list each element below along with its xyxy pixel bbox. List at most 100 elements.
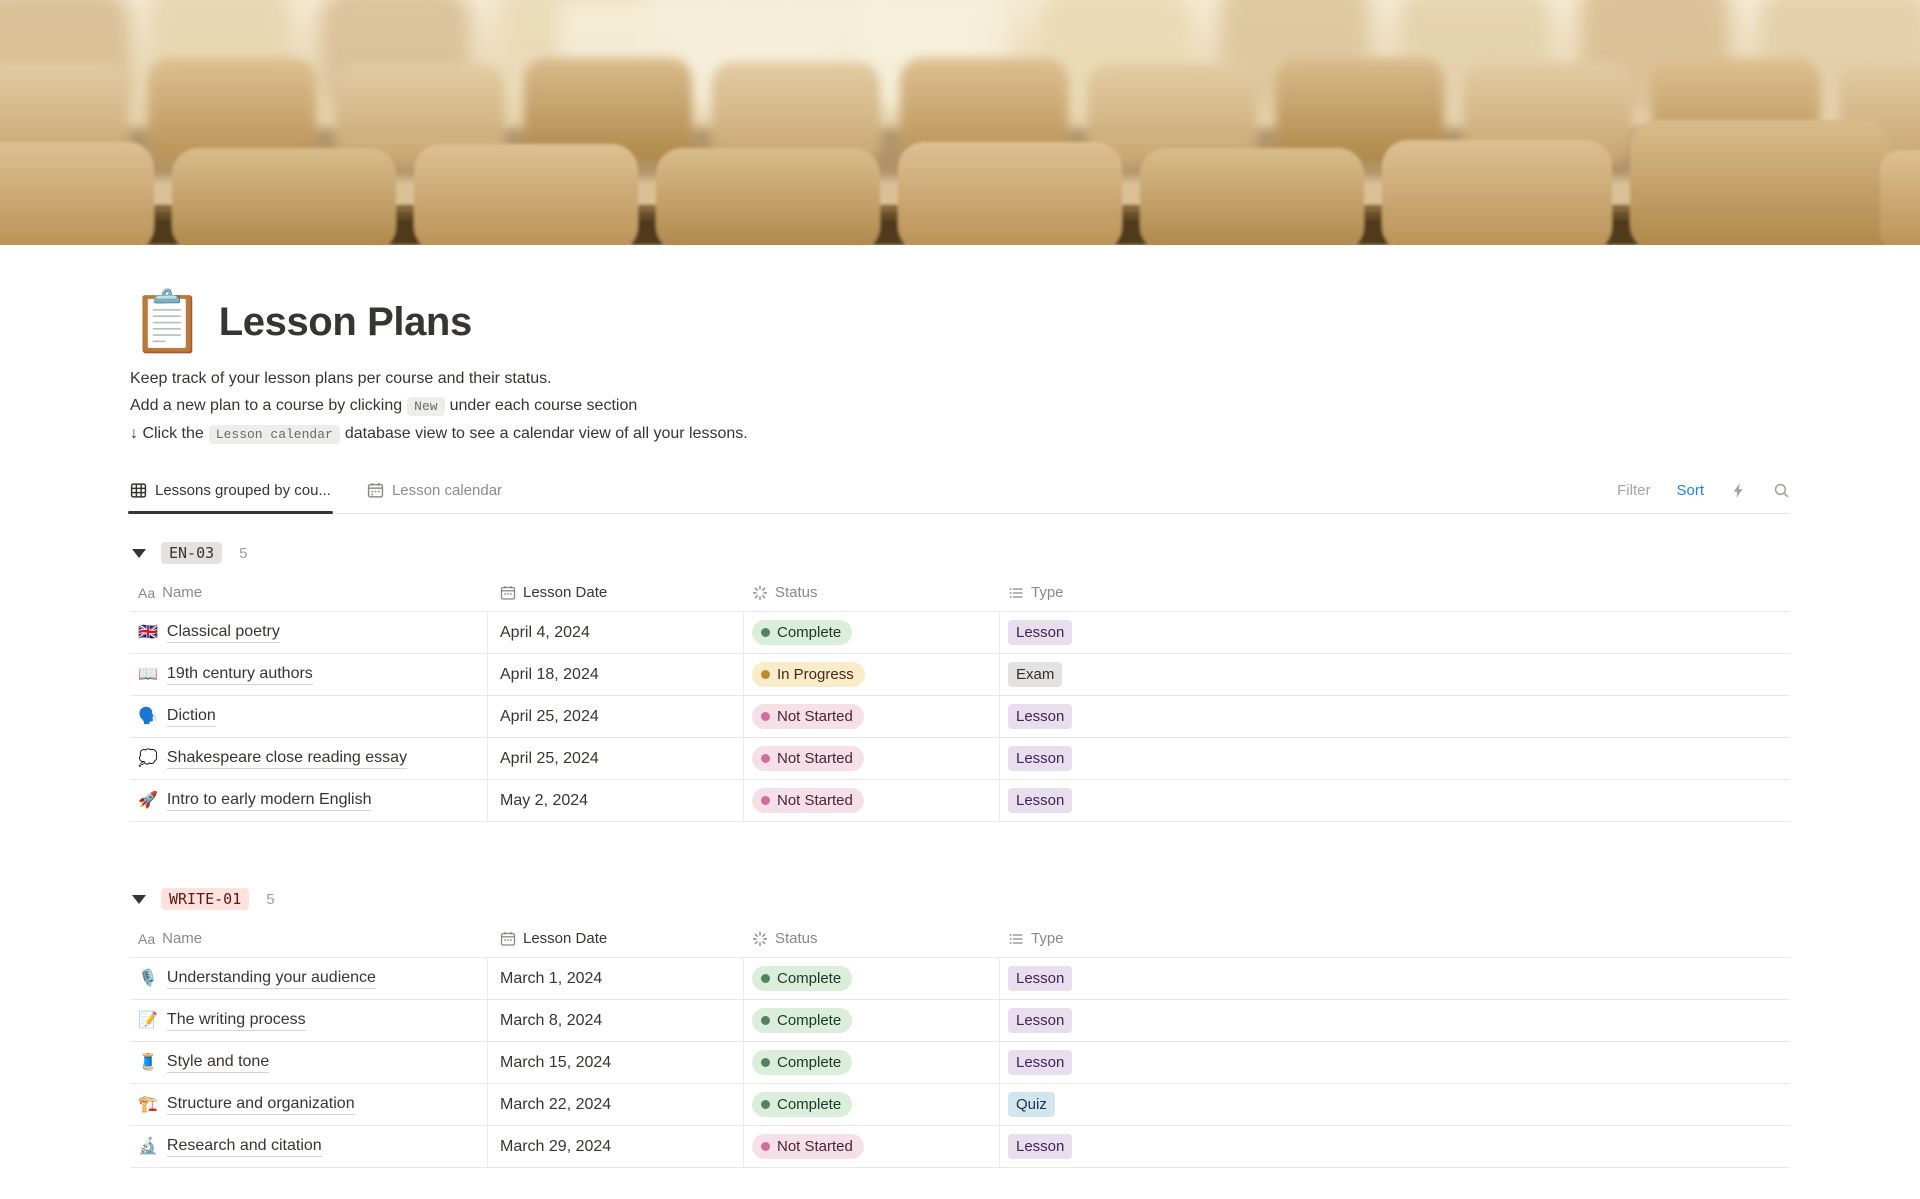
lesson-date-cell[interactable]: April 4, 2024: [488, 612, 744, 653]
group-count: 5: [239, 544, 248, 562]
row-title-link[interactable]: Structure and organization: [166, 1095, 355, 1115]
row-title-link[interactable]: The writing process: [166, 1011, 306, 1031]
lesson-date-cell[interactable]: April 18, 2024: [488, 654, 744, 695]
type-badge: Lesson: [1008, 966, 1073, 991]
type-cell[interactable]: Lesson: [1000, 780, 1790, 821]
type-cell[interactable]: Lesson: [1000, 1000, 1790, 1041]
type-cell[interactable]: Exam: [1000, 654, 1790, 695]
status-cell[interactable]: Complete: [744, 612, 1000, 653]
row-title-link[interactable]: 19th century authors: [166, 665, 313, 685]
status-cell[interactable]: Complete: [744, 1000, 1000, 1041]
lesson-date-cell[interactable]: May 2, 2024: [488, 780, 744, 821]
automations-button[interactable]: [1730, 482, 1747, 499]
status-badge: Not Started: [752, 704, 864, 729]
column-header-type[interactable]: Type: [1000, 920, 1790, 957]
lightning-icon: [1733, 483, 1743, 498]
row-title-link[interactable]: Shakespeare close reading essay: [166, 749, 408, 769]
column-header-date[interactable]: Lesson Date: [488, 574, 744, 611]
group-tag[interactable]: EN-03: [161, 542, 223, 564]
status-cell[interactable]: In Progress: [744, 654, 1000, 695]
collapse-toggle-icon[interactable]: [132, 894, 146, 904]
status-dot-icon: [761, 754, 770, 763]
type-cell[interactable]: Lesson: [1000, 1042, 1790, 1083]
row-title-link[interactable]: Research and citation: [166, 1137, 322, 1157]
table-row[interactable]: 🗣️ Diction April 25, 2024 Not Started Les…: [130, 696, 1790, 738]
row-emoji-icon: 🏗️: [138, 1095, 158, 1113]
collapse-toggle-icon[interactable]: [132, 548, 146, 558]
status-cell[interactable]: Not Started: [744, 738, 1000, 779]
status-cell[interactable]: Complete: [744, 1084, 1000, 1125]
column-header-status[interactable]: Status: [744, 574, 1000, 611]
type-cell[interactable]: Lesson: [1000, 612, 1790, 653]
list-icon: [1009, 587, 1023, 598]
status-badge: Not Started: [752, 788, 864, 813]
column-header-type[interactable]: Type: [1000, 574, 1790, 611]
table-row[interactable]: 🚀 Intro to early modern English May 2, 20…: [130, 780, 1790, 822]
table-row[interactable]: 🇬🇧 Classical poetry April 4, 2024 Complet…: [130, 612, 1790, 654]
table-row[interactable]: 🏗️ Structure and organization March 22, 2…: [130, 1084, 1790, 1126]
row-title-link[interactable]: Understanding your audience: [166, 969, 376, 989]
filter-button[interactable]: Filter: [1617, 482, 1650, 499]
row-emoji-icon: 💭: [138, 749, 158, 767]
lesson-date-cell[interactable]: April 25, 2024: [488, 738, 744, 779]
status-cell[interactable]: Complete: [744, 958, 1000, 999]
tab-label: Lessons grouped by cou...: [155, 482, 331, 499]
description-text: Add a new plan to a course by clicking: [130, 397, 403, 414]
type-cell[interactable]: Lesson: [1000, 958, 1790, 999]
table-header: Aa Name Lesson Date Status Type: [130, 920, 1790, 958]
type-badge: Lesson: [1008, 620, 1073, 645]
calendar-icon: [500, 931, 516, 946]
description-text: Keep track of your lesson plans per cour…: [130, 370, 552, 387]
status-cell[interactable]: Not Started: [744, 1126, 1000, 1167]
search-button[interactable]: [1773, 482, 1790, 499]
text-property-icon: Aa: [138, 930, 156, 947]
status-dot-icon: [761, 796, 770, 805]
row-title-link[interactable]: Intro to early modern English: [166, 791, 372, 811]
column-header-date[interactable]: Lesson Date: [488, 920, 744, 957]
tab-lesson-calendar[interactable]: Lesson calendar: [367, 468, 502, 513]
lesson-date-cell[interactable]: March 22, 2024: [488, 1084, 744, 1125]
type-badge: Exam: [1008, 662, 1063, 687]
table-row[interactable]: 🎙️ Understanding your audience March 1, 2…: [130, 958, 1790, 1000]
status-badge: Complete: [752, 1008, 853, 1033]
new-button-chip: New: [407, 397, 445, 416]
calendar-view-icon: [367, 483, 384, 498]
column-header-name[interactable]: Aa Name: [130, 920, 488, 957]
type-cell[interactable]: Quiz: [1000, 1084, 1790, 1125]
type-cell[interactable]: Lesson: [1000, 738, 1790, 779]
status-badge: Complete: [752, 620, 853, 645]
status-spinner-icon: [752, 931, 768, 946]
lesson-date-cell[interactable]: March 29, 2024: [488, 1126, 744, 1167]
description-text: ↓ Click the: [130, 425, 204, 442]
sort-button[interactable]: Sort: [1676, 482, 1704, 499]
table-row[interactable]: 🧵 Style and tone March 15, 2024 Complete …: [130, 1042, 1790, 1084]
page-emoji-icon[interactable]: 📋: [130, 287, 205, 357]
lesson-date-cell[interactable]: March 15, 2024: [488, 1042, 744, 1083]
table-row[interactable]: 🔬 Research and citation March 29, 2024 No…: [130, 1126, 1790, 1168]
status-cell[interactable]: Complete: [744, 1042, 1000, 1083]
lesson-date-cell[interactable]: March 8, 2024: [488, 1000, 744, 1041]
tab-label: Lesson calendar: [391, 482, 503, 499]
status-cell[interactable]: Not Started: [744, 696, 1000, 737]
table-row[interactable]: 📝 The writing process March 8, 2024 Compl…: [130, 1000, 1790, 1042]
page-title[interactable]: Lesson Plans: [219, 300, 472, 345]
row-emoji-icon: 🇬🇧: [138, 623, 158, 641]
lesson-date-cell[interactable]: April 25, 2024: [488, 696, 744, 737]
type-cell[interactable]: Lesson: [1000, 1126, 1790, 1167]
group-tag[interactable]: WRITE-01: [161, 888, 250, 910]
row-title-link[interactable]: Style and tone: [166, 1053, 270, 1073]
table-row[interactable]: 💭 Shakespeare close reading essay April 2…: [130, 738, 1790, 780]
row-title-link[interactable]: Classical poetry: [166, 623, 280, 643]
status-badge: Complete: [752, 1050, 853, 1075]
row-title-link[interactable]: Diction: [166, 707, 216, 727]
row-emoji-icon: 🚀: [138, 791, 158, 809]
table-row[interactable]: 📖 19th century authors April 18, 2024 In …: [130, 654, 1790, 696]
tab-lessons-grouped[interactable]: Lessons grouped by cou...: [128, 468, 333, 514]
column-header-name[interactable]: Aa Name: [130, 574, 488, 611]
column-header-status[interactable]: Status: [744, 920, 1000, 957]
text-property-icon: Aa: [138, 584, 156, 601]
status-cell[interactable]: Not Started: [744, 780, 1000, 821]
status-dot-icon: [761, 712, 770, 721]
lesson-date-cell[interactable]: March 1, 2024: [488, 958, 744, 999]
type-cell[interactable]: Lesson: [1000, 696, 1790, 737]
